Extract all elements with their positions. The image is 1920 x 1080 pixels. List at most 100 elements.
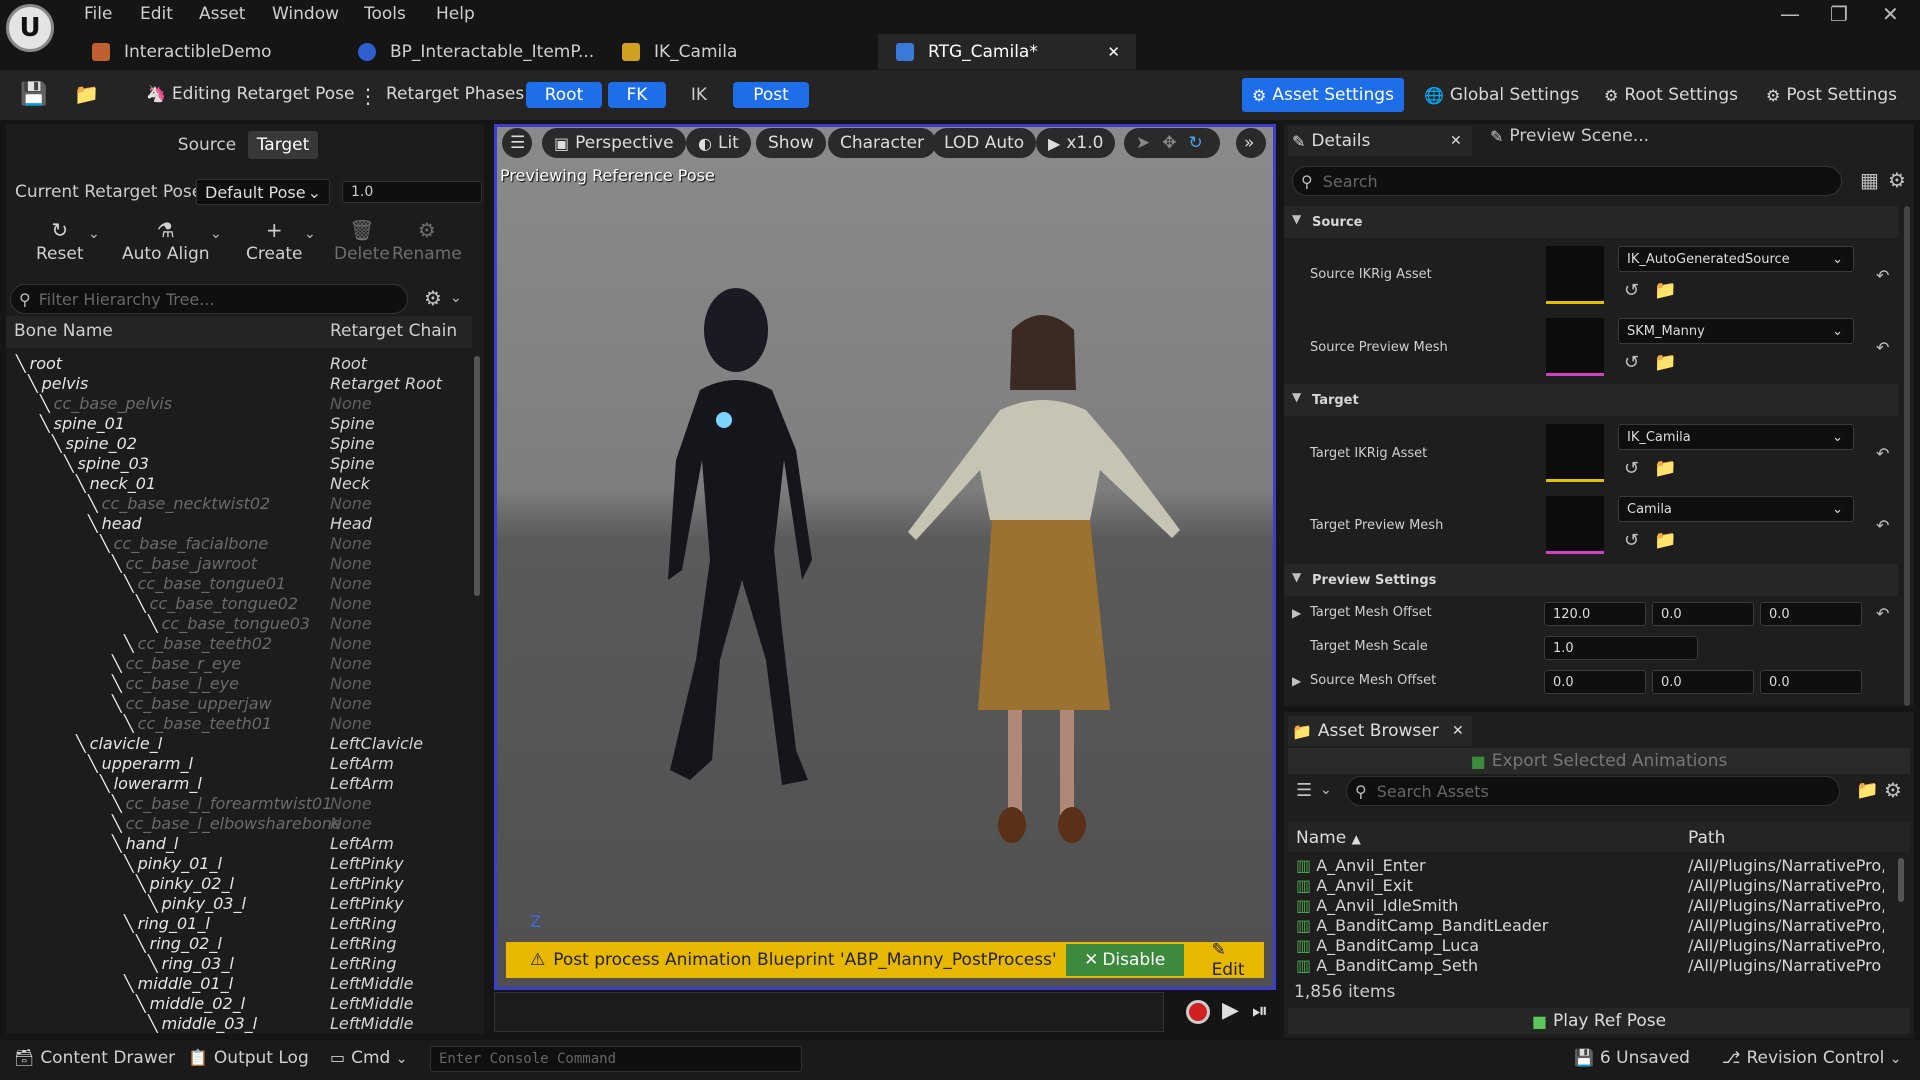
use-selected-icon[interactable]: ↺ <box>1624 280 1639 301</box>
browse-asset-icon[interactable]: 📁 <box>1654 458 1676 479</box>
chevron-down-icon[interactable]: ⌄ <box>1320 782 1332 798</box>
retarget-chain-cell[interactable]: LeftClavicle <box>330 734 423 753</box>
bone-row[interactable]: ╲ cc_base_tongue02 <box>136 594 298 613</box>
bone-row[interactable]: ╲ pinky_03_l <box>148 894 246 913</box>
details-tab[interactable]: ✎ Details ✕ <box>1288 126 1472 156</box>
menu-file[interactable]: File <box>84 4 112 24</box>
close-tab-icon[interactable]: ✕ <box>1452 723 1464 739</box>
lit-button[interactable]: ◐ Lit <box>686 128 751 158</box>
retarget-chain-cell[interactable]: None <box>330 794 372 813</box>
target-offset-y[interactable]: 0.0 <box>1652 602 1754 626</box>
expand-icon[interactable]: » <box>1236 128 1266 158</box>
retarget-chain-cell[interactable]: Neck <box>330 474 370 493</box>
target-mesh-dropdown[interactable]: Camila ⌄ <box>1618 496 1854 522</box>
use-selected-icon[interactable]: ↺ <box>1624 352 1639 373</box>
target-mesh-thumbnail[interactable] <box>1546 496 1604 554</box>
target-section-header[interactable]: Target <box>1284 384 1898 416</box>
global-settings-button[interactable]: 🌐 Global Settings <box>1414 78 1589 112</box>
cmd-dropdown[interactable]: ▭ Cmd ⌄ <box>330 1048 408 1068</box>
retarget-chain-cell[interactable]: None <box>330 674 372 693</box>
target-scale-field[interactable]: 1.0 <box>1544 636 1698 660</box>
save-icon[interactable]: 💾 <box>20 82 47 107</box>
close-window-icon[interactable]: ✕ <box>1882 2 1899 26</box>
retarget-chain-cell[interactable]: None <box>330 814 372 833</box>
collapse-icon[interactable]: ▼ <box>1292 570 1301 584</box>
timeline-scrubber[interactable] <box>494 992 1164 1032</box>
target-offset-z[interactable]: 0.0 <box>1760 602 1862 626</box>
bone-row[interactable]: ╲ pinky_02_l <box>136 874 234 893</box>
retarget-chain-cell[interactable]: Head <box>330 514 372 533</box>
export-animations-button[interactable]: ■ Export Selected Animations <box>1288 748 1910 774</box>
retarget-chain-cell[interactable]: LeftMiddle <box>330 1014 414 1033</box>
retarget-chain-cell[interactable]: Spine <box>330 434 375 453</box>
retarget-chain-cell[interactable]: LeftRing <box>330 934 397 953</box>
tab-rtg-camila[interactable]: RTG_Camila* ✕ <box>878 34 1136 69</box>
bone-row[interactable]: ╲ cc_base_l_eye <box>112 674 239 693</box>
bone-row[interactable]: ╲ cc_base_teeth02 <box>124 634 272 653</box>
tab-interactibledemo[interactable]: InteractibleDemo <box>74 34 344 69</box>
unreal-logo-icon[interactable]: U <box>6 4 54 52</box>
create-button[interactable]: + Create <box>246 218 303 264</box>
pose-dropdown[interactable]: Default Pose ⌄ <box>196 179 330 205</box>
source-ikrig-thumbnail[interactable] <box>1546 246 1604 304</box>
restore-icon[interactable]: ❐ <box>1830 2 1848 26</box>
bone-row[interactable]: ╲ cc_base_r_eye <box>112 654 241 673</box>
retarget-chain-cell[interactable]: None <box>330 694 372 713</box>
menu-asset[interactable]: Asset <box>199 4 245 24</box>
source-mesh-thumbnail[interactable] <box>1546 318 1604 376</box>
asset-row[interactable]: ▥ A_BanditCamp_BanditLeader <box>1296 916 1548 935</box>
content-drawer-button[interactable]: 🗃 Content Drawer <box>14 1048 175 1068</box>
bone-row[interactable]: ╲ cc_base_jawroot <box>112 554 257 573</box>
source-offset-z[interactable]: 0.0 <box>1760 670 1862 694</box>
perspective-button[interactable]: ▣ Perspective <box>542 128 686 158</box>
retarget-chain-cell[interactable]: None <box>330 574 372 593</box>
settings-gear-icon[interactable]: ⚙ <box>424 286 442 310</box>
reset-to-default-icon[interactable]: ↶ <box>1876 516 1889 535</box>
retarget-chain-cell[interactable]: LeftMiddle <box>330 994 414 1013</box>
bone-row[interactable]: ╲ lowerarm_l <box>100 774 202 793</box>
chevron-down-icon[interactable]: ⌄ <box>304 226 316 242</box>
retarget-chain-cell[interactable]: Root <box>330 354 367 373</box>
retarget-chain-cell[interactable]: Spine <box>330 454 375 473</box>
retarget-chain-cell[interactable]: LeftArm <box>330 834 394 853</box>
asset-row[interactable]: ▥ A_BanditCamp_Seth <box>1296 956 1478 975</box>
reset-to-default-icon[interactable]: ↶ <box>1876 604 1889 623</box>
folder-icon[interactable]: 📁 <box>1856 780 1878 801</box>
source-ikrig-dropdown[interactable]: IK_AutoGeneratedSource ⌄ <box>1618 246 1854 272</box>
menu-help[interactable]: Help <box>436 4 475 24</box>
show-button[interactable]: Show <box>756 128 826 158</box>
retarget-chain-cell[interactable]: LeftPinky <box>330 854 404 873</box>
use-selected-icon[interactable]: ↺ <box>1624 458 1639 479</box>
bone-row[interactable]: ╲ cc_base_necktwist02 <box>88 494 270 513</box>
retarget-chain-cell[interactable]: LeftArm <box>330 754 394 773</box>
rename-button[interactable]: ⚙ Rename <box>392 218 462 264</box>
asset-row[interactable]: ▥ A_BanditCamp_Luca <box>1296 936 1479 955</box>
browse-asset-icon[interactable]: 📁 <box>1654 530 1676 551</box>
bone-row[interactable]: ╲ middle_01_l <box>124 974 233 993</box>
reset-to-default-icon[interactable]: ↶ <box>1876 266 1889 285</box>
asset-browser-tab[interactable]: 📁 Asset Browser ✕ <box>1288 716 1472 746</box>
bone-row[interactable]: ╲ head <box>88 514 142 533</box>
disable-button[interactable]: ✕ Disable <box>1065 944 1184 976</box>
bone-row[interactable]: ╲ ring_01_l <box>124 914 210 933</box>
source-toggle[interactable]: Source <box>168 131 246 159</box>
source-offset-y[interactable]: 0.0 <box>1652 670 1754 694</box>
asset-row[interactable]: ▥ A_Anvil_IdleSmith <box>1296 896 1458 915</box>
bone-row[interactable]: ╲ pinky_01_l <box>124 854 222 873</box>
bone-row[interactable]: ╲ spine_03 <box>64 454 149 473</box>
reset-button[interactable]: ↻ Reset <box>36 218 84 264</box>
bone-row[interactable]: ╲ middle_03_l <box>148 1014 257 1033</box>
filter-hierarchy-input[interactable]: ⚲ Filter Hierarchy Tree... <box>10 284 408 314</box>
root-settings-button[interactable]: ⚙ Root Settings <box>1594 78 1748 112</box>
tree-scrollbar[interactable] <box>474 356 480 596</box>
source-section-header[interactable]: Source <box>1284 206 1898 238</box>
settings-gear-icon[interactable]: ⚙ <box>1884 778 1902 802</box>
target-ikrig-thumbnail[interactable] <box>1546 424 1604 482</box>
bone-row[interactable]: ╲ cc_base_l_forearmtwist01 <box>112 794 332 813</box>
retarget-chain-cell[interactable]: None <box>330 714 372 733</box>
bone-row[interactable]: ╲ cc_base_pelvis <box>40 394 172 413</box>
retarget-chain-cell[interactable]: None <box>330 554 372 573</box>
more-options-icon[interactable]: ⋮ <box>358 84 378 108</box>
phase-ik-toggle[interactable]: IK <box>672 82 726 108</box>
retarget-chain-cell[interactable]: LeftPinky <box>330 874 404 893</box>
